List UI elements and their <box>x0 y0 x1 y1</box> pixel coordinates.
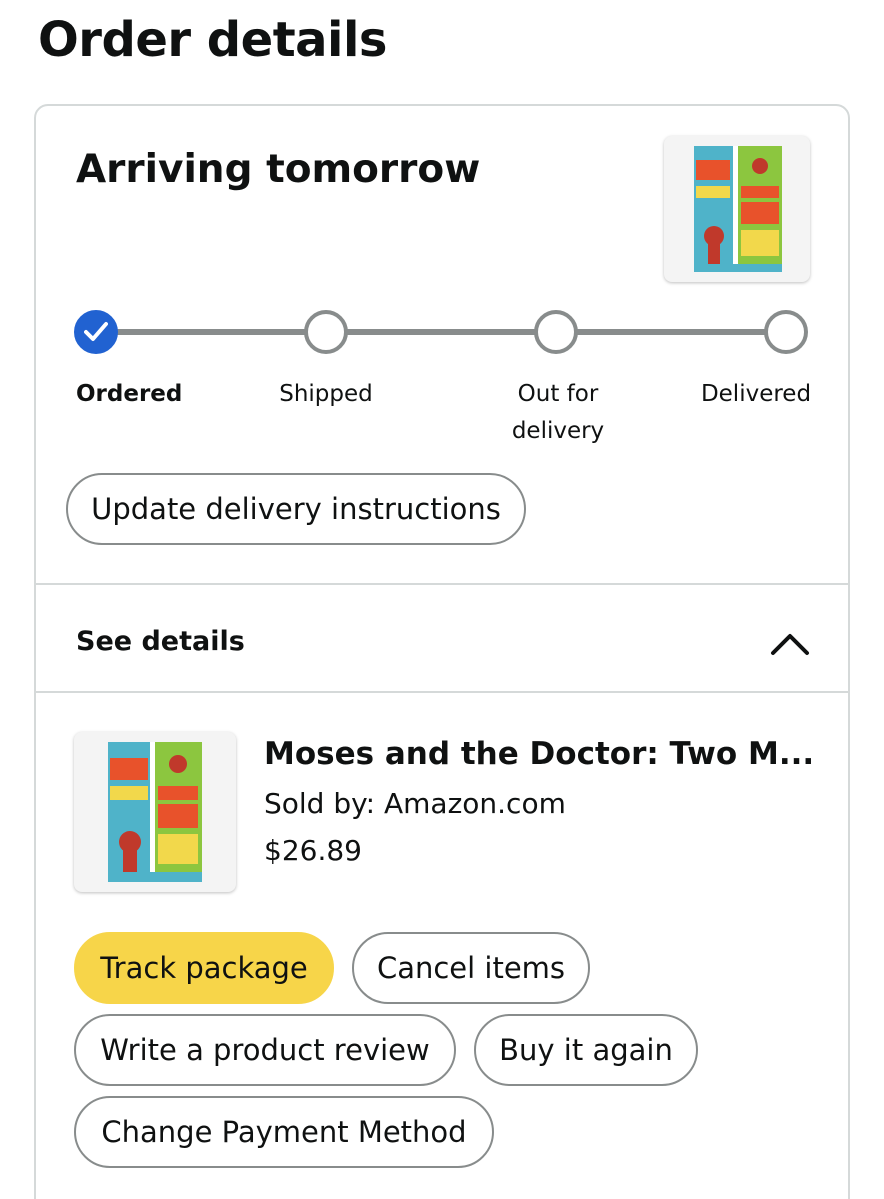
write-product-review-button[interactable]: Write a product review <box>74 1014 456 1086</box>
arriving-headline: Arriving tomorrow <box>76 147 481 192</box>
book-cover-image <box>694 146 782 272</box>
see-details-label[interactable]: See details <box>76 626 245 657</box>
divider <box>36 583 848 585</box>
step-ordered-check-icon <box>74 310 118 354</box>
chevron-up-icon[interactable] <box>770 632 810 656</box>
page-title: Order details <box>38 12 388 68</box>
step-out-for-delivery-circle-icon <box>534 310 578 354</box>
product-thumbnail[interactable] <box>664 136 810 282</box>
step-delivered-circle-icon <box>764 310 808 354</box>
update-delivery-instructions-button[interactable]: Update delivery instructions <box>66 473 526 545</box>
item-thumbnail[interactable] <box>74 732 236 892</box>
divider <box>36 691 848 693</box>
step-shipped-circle-icon <box>304 310 348 354</box>
step-label-shipped: Shipped <box>279 381 373 407</box>
buy-it-again-button[interactable]: Buy it again <box>474 1014 698 1086</box>
step-label-out-for-delivery: Out for delivery <box>511 381 605 444</box>
item-title[interactable]: Moses and the Doctor: Two M... <box>264 736 814 772</box>
step-label-ordered: Ordered <box>76 381 183 407</box>
item-seller: Sold by: Amazon.com <box>264 787 566 820</box>
step-label-delivered: Delivered <box>700 381 812 407</box>
order-card: Arriving tomorrow Ordered Shipped Out fo… <box>34 104 850 1199</box>
cancel-items-button[interactable]: Cancel items <box>352 932 590 1004</box>
change-payment-method-button[interactable]: Change Payment Method <box>74 1096 494 1168</box>
track-package-button[interactable]: Track package <box>74 932 334 1004</box>
item-price: $26.89 <box>264 834 362 867</box>
book-cover-image <box>108 742 202 882</box>
progress-line <box>98 329 788 335</box>
